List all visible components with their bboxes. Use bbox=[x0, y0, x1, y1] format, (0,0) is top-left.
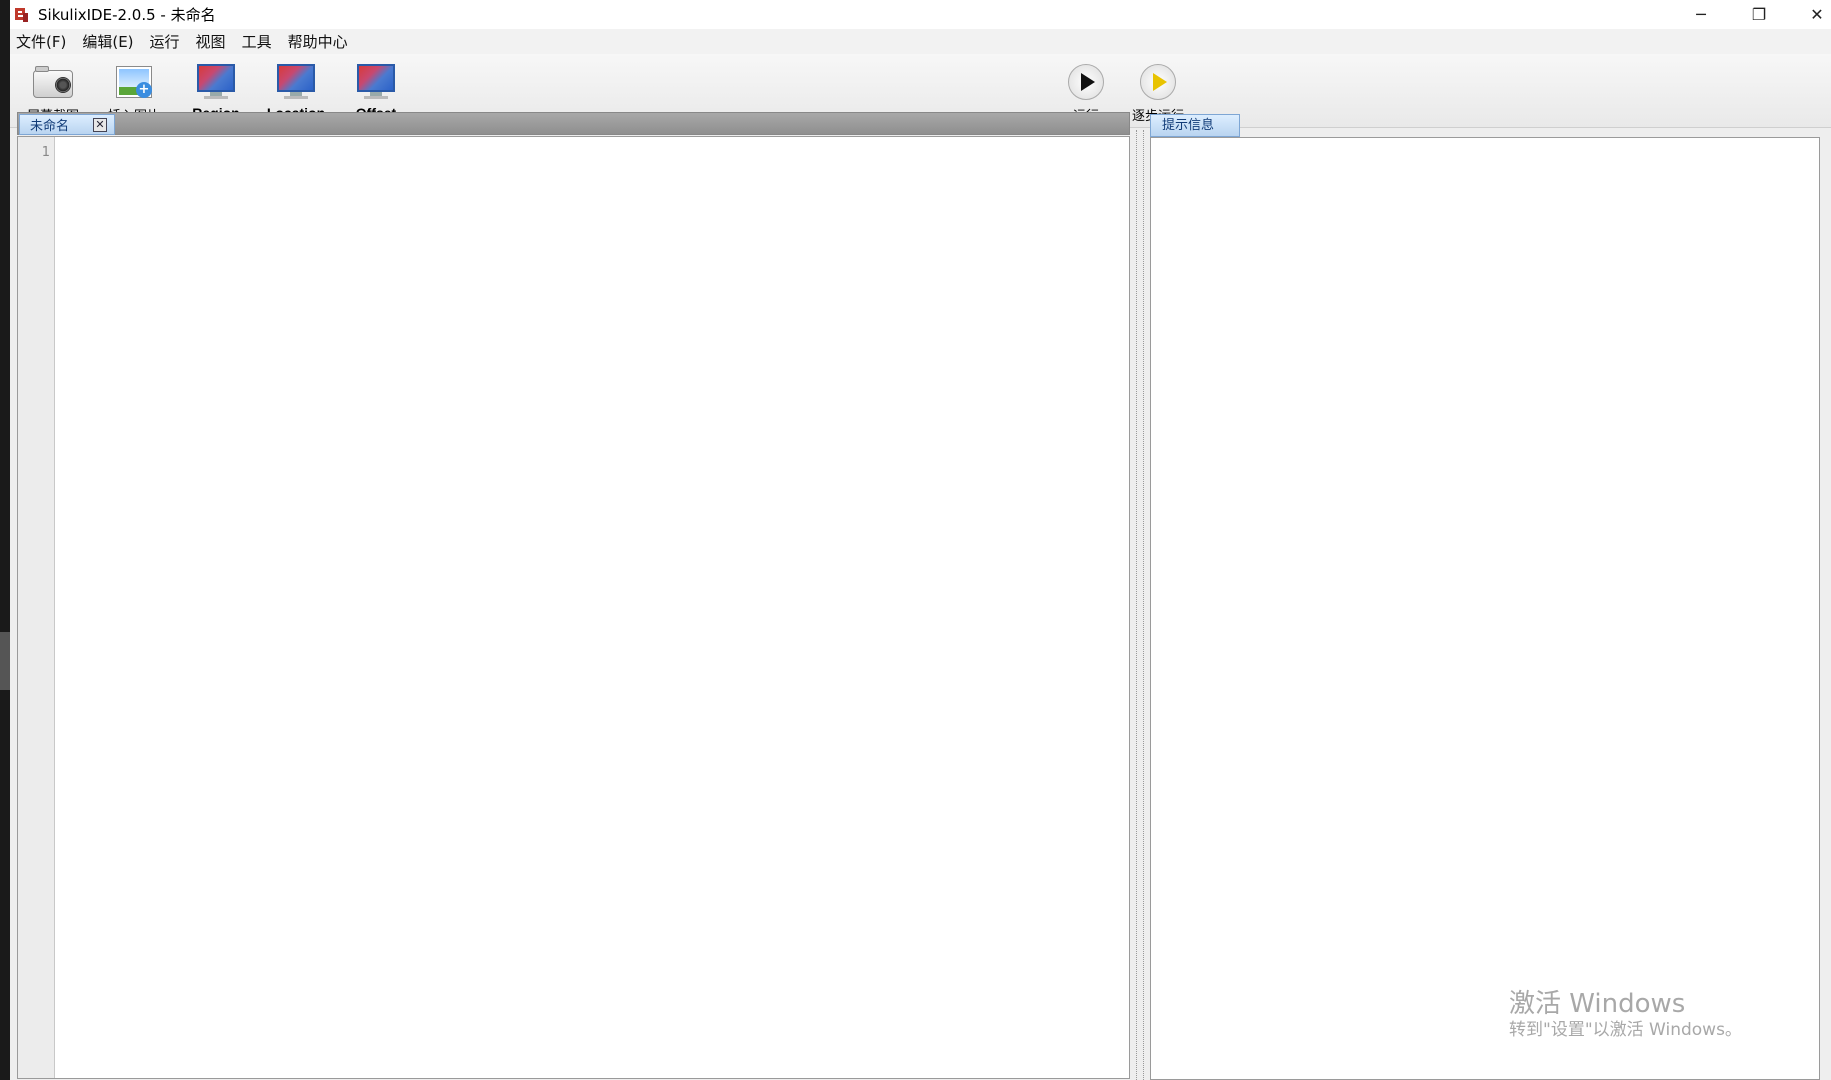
minimize-button[interactable]: ─ bbox=[1672, 0, 1730, 29]
title-bar: SikulixIDE-2.0.5 - 未命名 ─ ❐ ✕ bbox=[10, 0, 1831, 29]
line-number-gutter: 1 bbox=[18, 137, 55, 1078]
sikulix-ide-window: SikulixIDE-2.0.5 - 未命名 ─ ❐ ✕ 文件(F) 编辑(E)… bbox=[10, 0, 1831, 1080]
activation-watermark-subtitle: 转到"设置"以激活 Windows。 bbox=[1509, 1020, 1742, 1040]
close-window-button[interactable]: ✕ bbox=[1788, 0, 1831, 29]
play-icon bbox=[1064, 62, 1108, 102]
editor-tab-strip: 未命名 ✕ bbox=[17, 112, 1130, 135]
sikulix-app-icon bbox=[14, 7, 30, 23]
menu-tools[interactable]: 工具 bbox=[242, 31, 272, 52]
tab-hints[interactable]: 提示信息 bbox=[1150, 114, 1240, 137]
camera-icon bbox=[31, 62, 75, 102]
background-strip bbox=[0, 0, 10, 1080]
offset-monitor-icon bbox=[354, 62, 398, 102]
location-monitor-icon bbox=[274, 62, 318, 102]
menu-view[interactable]: 视图 bbox=[196, 31, 226, 52]
background-mark bbox=[0, 632, 10, 690]
menu-run[interactable]: 运行 bbox=[150, 31, 180, 52]
restore-button[interactable]: ❐ bbox=[1730, 0, 1788, 29]
close-tab-icon[interactable]: ✕ bbox=[93, 118, 107, 132]
menu-file[interactable]: 文件(F) bbox=[16, 31, 66, 52]
insert-image-icon: + bbox=[112, 62, 156, 102]
tab-untitled[interactable]: 未命名 ✕ bbox=[19, 114, 115, 135]
panel-splitter[interactable] bbox=[1136, 130, 1144, 1080]
step-play-icon bbox=[1136, 62, 1180, 102]
menu-help[interactable]: 帮助中心 bbox=[288, 31, 348, 52]
menu-bar: 文件(F) 编辑(E) 运行 视图 工具 帮助中心 bbox=[10, 29, 1831, 54]
window-title: SikulixIDE-2.0.5 - 未命名 bbox=[38, 6, 216, 24]
line-number: 1 bbox=[41, 145, 50, 160]
region-monitor-icon bbox=[194, 62, 238, 102]
menu-edit[interactable]: 编辑(E) bbox=[82, 31, 133, 52]
hint-panel bbox=[1150, 137, 1820, 1080]
code-editor[interactable]: 1 bbox=[17, 136, 1130, 1079]
tab-untitled-label: 未命名 bbox=[30, 119, 70, 134]
